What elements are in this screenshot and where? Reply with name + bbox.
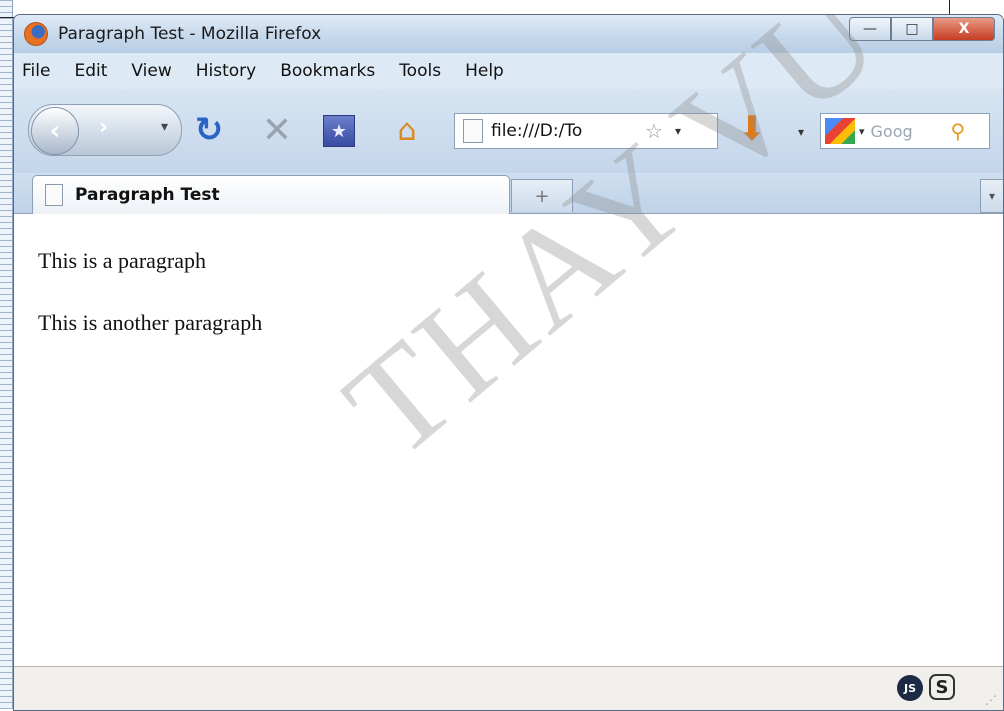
bookmark-icon: ★	[330, 120, 348, 142]
bookmark-button[interactable]: ★	[323, 115, 355, 147]
s-addon-icon[interactable]: S	[929, 674, 955, 700]
title-bar: Paragraph Test - Mozilla Firefox — □ X	[14, 15, 1003, 53]
home-icon: ⌂	[397, 112, 417, 148]
page-icon	[463, 119, 483, 143]
tab-paragraph-test[interactable]: Paragraph Test	[32, 175, 510, 214]
page-content: This is a paragraph This is another para…	[14, 15, 1003, 666]
search-box[interactable]: ▾ Goog ⚲	[820, 113, 990, 149]
window-title: Paragraph Test - Mozilla Firefox	[58, 24, 322, 44]
firefox-logo-icon	[24, 22, 48, 46]
menu-help[interactable]: Help	[465, 61, 504, 81]
home-button[interactable]: ⌂	[390, 112, 424, 148]
menu-bar: File Edit View History Bookmarks Tools H…	[14, 53, 1003, 89]
search-engine-dropdown-icon[interactable]: ▾	[859, 125, 865, 138]
url-bar[interactable]: file:///D:/To ☆ ▾	[454, 113, 718, 149]
back-arrow-icon: ‹	[49, 116, 61, 146]
search-engine-icon[interactable]	[825, 118, 855, 144]
search-input[interactable]: Goog	[871, 122, 951, 141]
paragraph-2: This is another paragraph	[38, 310, 263, 335]
back-button[interactable]: ‹	[31, 107, 79, 155]
back-forward-group: ‹ › ▾	[28, 104, 182, 156]
stop-button[interactable]: ✕	[260, 110, 294, 151]
plus-icon: +	[534, 185, 550, 207]
paragraph-1: This is a paragraph	[38, 248, 206, 273]
star-icon[interactable]: ☆	[645, 119, 663, 143]
window-controls: — □ X	[849, 17, 995, 41]
menu-edit[interactable]: Edit	[74, 61, 107, 81]
new-tab-button[interactable]: +	[511, 179, 573, 212]
status-bar: JS S ⋰	[14, 666, 1003, 710]
menu-tools[interactable]: Tools	[399, 61, 441, 81]
tab-list-button[interactable]: ▾	[980, 179, 1003, 213]
page-icon	[45, 184, 63, 206]
forward-arrow-icon: ›	[99, 115, 109, 140]
download-dropdown-icon[interactable]: ▾	[798, 125, 804, 139]
forward-button[interactable]: ›	[99, 115, 108, 140]
reload-icon: ↻	[194, 110, 224, 150]
menu-history[interactable]: History	[196, 61, 256, 81]
url-text[interactable]: file:///D:/To	[491, 121, 641, 141]
reload-button[interactable]: ↻	[192, 110, 226, 150]
maximize-button[interactable]: □	[891, 17, 933, 41]
tab-label: Paragraph Test	[75, 185, 220, 205]
tab-strip: Paragraph Test + ▾	[14, 173, 1003, 214]
history-dropdown-icon[interactable]: ▾	[161, 119, 168, 135]
browser-window: Paragraph Test - Mozilla Firefox — □ X F…	[13, 14, 1004, 711]
menu-bookmarks[interactable]: Bookmarks	[280, 61, 375, 81]
stop-icon: ✕	[261, 109, 293, 151]
minimize-button[interactable]: —	[849, 17, 891, 41]
menu-file[interactable]: File	[22, 61, 50, 81]
url-dropdown-icon[interactable]: ▾	[675, 124, 681, 138]
ruler-strip	[0, 0, 13, 709]
download-icon: ⬇	[737, 109, 767, 149]
menu-view[interactable]: View	[131, 61, 171, 81]
resize-grip-icon[interactable]: ⋰	[985, 693, 997, 707]
navigation-toolbar: ‹ › ▾ ↻ ✕ ★ ⌂ file:///D:/To ☆ ▾ ⬇ ▾ ▾ Go…	[14, 89, 1003, 173]
chevron-down-icon: ▾	[988, 189, 996, 203]
download-button[interactable]: ⬇	[733, 107, 771, 151]
javascript-icon[interactable]: JS	[897, 675, 923, 701]
close-button[interactable]: X	[933, 17, 995, 41]
magnifier-icon[interactable]: ⚲	[951, 119, 966, 143]
